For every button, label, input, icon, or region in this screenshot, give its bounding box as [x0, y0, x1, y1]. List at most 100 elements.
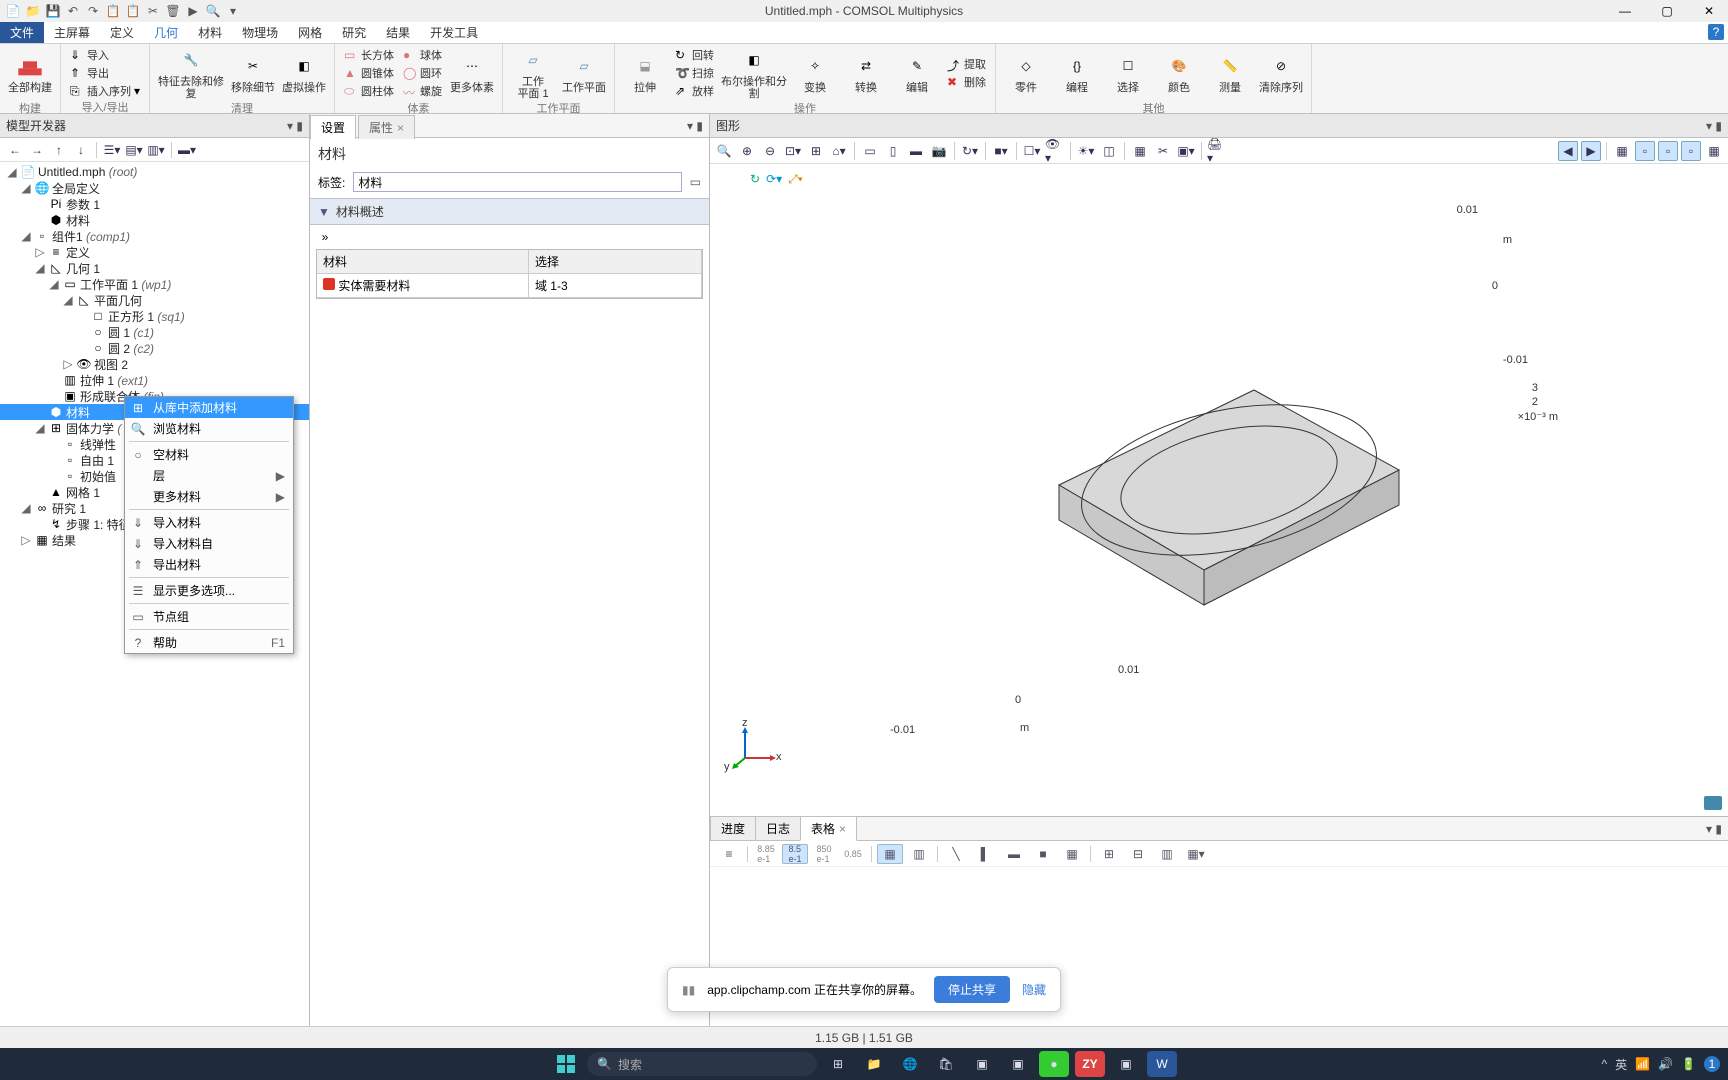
qat-search-icon[interactable]: 🔍: [204, 2, 222, 20]
parts-button[interactable]: ◇零件: [1002, 46, 1050, 100]
tree-node[interactable]: ○圆 1 (c1): [0, 324, 309, 340]
tray-battery-icon[interactable]: 🔋: [1681, 1057, 1696, 1071]
extrude-button[interactable]: ⬓拉伸: [621, 46, 669, 100]
tree-node[interactable]: ◢🌐全局定义: [0, 180, 309, 196]
graphics-restore-icon[interactable]: [1704, 796, 1722, 810]
store-icon[interactable]: 🛍: [931, 1051, 961, 1077]
tab-properties[interactable]: 属性×: [358, 115, 415, 139]
select-mode-icon[interactable]: ■▾: [991, 141, 1011, 161]
tree-node[interactable]: ◢◺平面几何: [0, 292, 309, 308]
context-menu-item[interactable]: 更多材料▶: [125, 486, 293, 507]
close-button[interactable]: ✕: [1694, 1, 1724, 21]
tree-node[interactable]: ▥拉伸 1 (ext1): [0, 372, 309, 388]
context-menu-item[interactable]: 🔍浏览材料: [125, 418, 293, 439]
qat-drop-icon[interactable]: ▾: [224, 2, 242, 20]
graphics-mode1[interactable]: ▫: [1635, 141, 1655, 161]
tab-table[interactable]: 表格×: [800, 816, 857, 841]
panel-menu-icon[interactable]: ▾ ▮: [287, 119, 303, 133]
task-view-icon[interactable]: ⊞: [823, 1051, 853, 1077]
context-menu-item[interactable]: ○空材料: [125, 444, 293, 465]
remove-details-button[interactable]: ✂移除细节: [229, 46, 277, 100]
graphics-mode4[interactable]: ▦: [1704, 141, 1724, 161]
menu-physics[interactable]: 物理场: [232, 22, 288, 43]
light-icon[interactable]: ☀▾: [1076, 141, 1096, 161]
zoom-box-icon[interactable]: ⊡▾: [783, 141, 803, 161]
insert-seq-button[interactable]: ⎘插入序列▾: [67, 82, 143, 99]
menu-home[interactable]: 主屏幕: [44, 22, 100, 43]
menu-geometry[interactable]: 几何: [144, 22, 188, 43]
helix-button[interactable]: 〰螺旋: [400, 83, 445, 100]
graphics-canvas[interactable]: 0.01 0 -0.01 m -0.01 0 0.01 m 3 2 ×10⁻³ …: [710, 164, 1728, 816]
context-menu-item[interactable]: ?帮助F1: [125, 632, 293, 653]
colors-button[interactable]: 🎨颜色: [1155, 46, 1203, 100]
minimize-button[interactable]: —: [1610, 1, 1640, 21]
context-menu-item[interactable]: ⇑导出材料: [125, 554, 293, 575]
view-xz-icon[interactable]: ▬: [906, 141, 926, 161]
qat-new-icon[interactable]: 📄: [4, 2, 22, 20]
context-menu-item[interactable]: ⊞从库中添加材料: [125, 397, 293, 418]
qat-open-icon[interactable]: 📁: [24, 2, 42, 20]
revolve-button[interactable]: ↻回转: [672, 47, 717, 64]
edge-icon[interactable]: 🌐: [895, 1051, 925, 1077]
tree-node[interactable]: ◢▫组件1 (comp1): [0, 228, 309, 244]
table-tb-10[interactable]: ▬: [1001, 844, 1027, 864]
graphics-sel-toggle[interactable]: ◀: [1558, 141, 1578, 161]
tab-log[interactable]: 日志: [755, 816, 801, 841]
zoom-sel-icon[interactable]: ⊞: [806, 141, 826, 161]
transparency-icon[interactable]: ◫: [1099, 141, 1119, 161]
table-tb-1[interactable]: ≡: [716, 844, 742, 864]
cone-button[interactable]: ▲圆锥体: [341, 65, 397, 82]
sphere-button[interactable]: ●球体: [400, 47, 445, 64]
tab-settings[interactable]: 设置: [310, 115, 356, 139]
context-menu-item[interactable]: ⇓导入材料: [125, 512, 293, 533]
menu-results[interactable]: 结果: [376, 22, 420, 43]
table-tb-15[interactable]: ▥: [1154, 844, 1180, 864]
extract-button[interactable]: ⤴提取: [944, 56, 989, 73]
view-xy-icon[interactable]: ▭: [860, 141, 880, 161]
wireframe-icon[interactable]: ▦: [1130, 141, 1150, 161]
defeature-button[interactable]: 🔧特征去除和修复: [156, 46, 226, 100]
tree-nav-back-icon[interactable]: ←: [6, 141, 24, 159]
context-menu-item[interactable]: ☰显示更多选项...: [125, 580, 293, 601]
tree-filter-icon[interactable]: ▬▾: [178, 141, 196, 159]
lower-panel-menu-icon[interactable]: ▾ ▮: [1706, 822, 1728, 836]
explorer-icon[interactable]: 📁: [859, 1051, 889, 1077]
context-menu-item[interactable]: ⇓导入材料自: [125, 533, 293, 554]
sel-icon[interactable]: ☐▾: [1022, 141, 1042, 161]
cylinder-button[interactable]: ⬭圆柱体: [341, 83, 397, 100]
app1-icon[interactable]: ▣: [967, 1051, 997, 1077]
tree-collapse-icon[interactable]: ▤▾: [125, 141, 143, 159]
zoom-in-icon[interactable]: ⊕: [737, 141, 757, 161]
comsol-icon[interactable]: ▣: [1111, 1051, 1141, 1077]
tree-nav-up-icon[interactable]: ↑: [50, 141, 68, 159]
stop-sharing-button[interactable]: 停止共享: [934, 976, 1010, 1003]
tree-expand-icon[interactable]: ▥▾: [147, 141, 165, 159]
pause-icon[interactable]: ▮▮: [682, 983, 695, 997]
word-icon[interactable]: W: [1147, 1051, 1177, 1077]
hide-banner-button[interactable]: 隐藏: [1022, 981, 1046, 998]
tray-wifi-icon[interactable]: 📶: [1635, 1057, 1650, 1071]
more-prims-button[interactable]: ⋯更多体素: [448, 46, 496, 100]
zoom-out-icon[interactable]: ⊖: [760, 141, 780, 161]
selections-button[interactable]: ☐选择: [1104, 46, 1152, 100]
tray-notif-icon[interactable]: 1: [1704, 1056, 1720, 1072]
table-tb-13[interactable]: ⊞: [1096, 844, 1122, 864]
table-tb-12[interactable]: ▦: [1059, 844, 1085, 864]
view-yz-icon[interactable]: ▯: [883, 141, 903, 161]
tree-nav-fwd-icon[interactable]: →: [28, 141, 46, 159]
qat-undo-icon[interactable]: ↶: [64, 2, 82, 20]
qat-paste-icon[interactable]: 📋: [124, 2, 142, 20]
taskbar-search[interactable]: 🔍搜索: [587, 1052, 817, 1076]
qat-cut-icon[interactable]: ✂: [144, 2, 162, 20]
graphics-sel-toggle2[interactable]: ▶: [1581, 141, 1601, 161]
table-tb-3[interactable]: 8.5e-1: [782, 844, 808, 864]
wechat-icon[interactable]: ●: [1039, 1051, 1069, 1077]
tree-nav-down-icon[interactable]: ↓: [72, 141, 90, 159]
qat-run-icon[interactable]: ▶: [184, 2, 202, 20]
tag-input[interactable]: [353, 172, 681, 192]
graphics-panel-menu-icon[interactable]: ▾ ▮: [1706, 119, 1722, 133]
menu-definitions[interactable]: 定义: [100, 22, 144, 43]
view-rotate-widget[interactable]: ↻⟳▾⤢▾: [750, 172, 803, 187]
menu-mesh[interactable]: 网格: [288, 22, 332, 43]
measure-button[interactable]: 📏测量: [1206, 46, 1254, 100]
